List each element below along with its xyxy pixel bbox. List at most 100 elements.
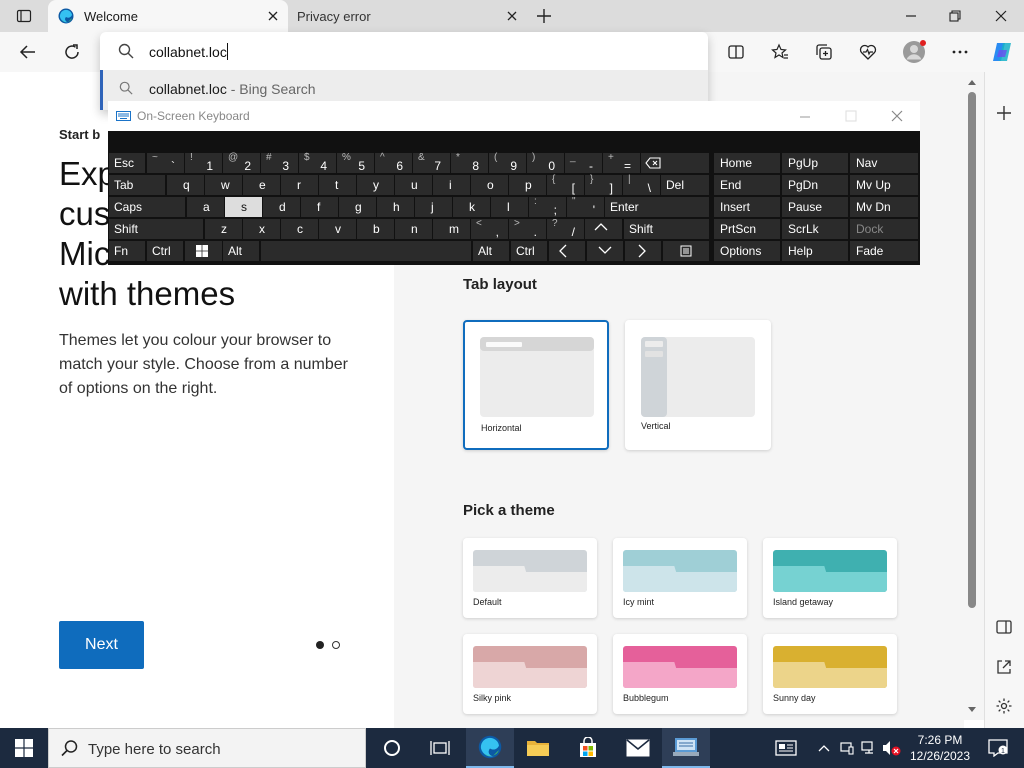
layout-option-vertical[interactable]: Vertical <box>625 320 771 450</box>
key-l[interactable]: l <box>491 197 528 217</box>
key-prtscn[interactable]: PrtScn <box>714 219 780 239</box>
settings-and-more-button[interactable] <box>944 36 976 68</box>
key-3[interactable]: #3 <box>261 152 298 173</box>
theme-card-bubblegum[interactable]: Bubblegum <box>613 634 747 714</box>
add-sidebar-app-icon[interactable] <box>995 104 1013 122</box>
key-m[interactable]: m <box>433 219 470 239</box>
close-window-button[interactable] <box>984 0 1018 32</box>
key-j[interactable]: j <box>415 197 452 217</box>
browser-essentials-button[interactable] <box>852 36 884 68</box>
key-o[interactable]: o <box>471 175 508 195</box>
key-right-alt[interactable]: Alt <box>473 241 509 261</box>
minimize-button[interactable] <box>894 0 928 32</box>
key-options[interactable]: Options <box>714 241 780 261</box>
key-esc[interactable]: Esc <box>109 153 145 173</box>
profile-button[interactable] <box>898 36 930 68</box>
taskbar-app-store[interactable] <box>564 728 612 768</box>
scroll-thumb[interactable] <box>968 92 976 608</box>
key-w[interactable]: w <box>205 175 242 195</box>
key-7[interactable]: & 7 <box>413 152 450 173</box>
split-screen-button[interactable] <box>720 36 752 68</box>
back-button[interactable] <box>12 36 44 68</box>
key-space[interactable] <box>261 241 471 261</box>
key-v[interactable]: v <box>319 219 356 239</box>
key-2[interactable]: @2 <box>223 152 260 173</box>
key-symbol[interactable]: + = <box>603 152 640 173</box>
key-u[interactable]: u <box>395 175 432 195</box>
system-tray-news[interactable] <box>764 728 808 768</box>
show-hidden-icons-button[interactable] <box>812 728 836 768</box>
key-arrow-right[interactable] <box>625 241 661 261</box>
key-arrow-down[interactable] <box>587 241 623 261</box>
key-i[interactable]: i <box>433 175 470 195</box>
key-h[interactable]: h <box>377 197 414 217</box>
task-view-button[interactable] <box>416 728 464 768</box>
new-tab-button[interactable] <box>528 0 560 32</box>
key-open-bracket[interactable]: {[ <box>547 174 584 195</box>
key-backspace[interactable] <box>641 153 709 173</box>
key-insert[interactable]: Insert <box>714 197 780 217</box>
cortana-button[interactable] <box>368 728 416 768</box>
notifications-button[interactable]: 1 <box>978 728 1018 768</box>
key-q[interactable]: q <box>167 175 204 195</box>
close-tab-icon[interactable] <box>266 9 280 23</box>
taskbar-search-box[interactable]: Type here to search <box>48 728 366 768</box>
theme-card-silky-pink[interactable]: Silky pink <box>463 634 597 714</box>
key-k[interactable]: k <box>453 197 490 217</box>
key-slash[interactable]: ? / <box>547 218 584 239</box>
key-f[interactable]: f <box>301 197 338 217</box>
key-end[interactable]: End <box>714 175 780 195</box>
copilot-button[interactable] <box>986 36 1018 68</box>
tray-device-button[interactable] <box>836 728 858 768</box>
key-y[interactable]: y <box>357 175 394 195</box>
key-pgdn[interactable]: PgDn <box>782 175 848 195</box>
key-n[interactable]: n <box>395 219 432 239</box>
key-dock[interactable]: Dock <box>850 219 918 239</box>
taskbar-app-on-screen-keyboard[interactable] <box>662 728 710 768</box>
collections-button[interactable] <box>808 36 840 68</box>
restore-button[interactable] <box>938 0 972 32</box>
key-left-shift[interactable]: Shift <box>109 219 203 239</box>
taskbar-app-edge[interactable] <box>466 728 514 768</box>
key-nav[interactable]: Nav <box>850 153 918 173</box>
key-semicolon[interactable]: :; <box>529 196 566 217</box>
favorites-button[interactable] <box>764 36 796 68</box>
key-period[interactable]: >. <box>509 218 546 239</box>
key-backslash[interactable]: | \ <box>623 174 660 195</box>
key-arrow-up[interactable] <box>585 219 622 239</box>
key-s[interactable]: s <box>225 197 262 217</box>
key-right-ctrl[interactable]: Ctrl <box>511 241 547 261</box>
tab-welcome[interactable]: Welcome <box>48 0 288 32</box>
taskbar-date[interactable]: 12/26/2023 <box>906 749 974 763</box>
tab-actions-button[interactable] <box>8 0 40 32</box>
key-c[interactable]: c <box>281 219 318 239</box>
key-fn[interactable]: Fn <box>109 241 145 261</box>
key-scrlk[interactable]: ScrLk <box>782 219 848 239</box>
key-5[interactable]: % 5 <box>337 152 374 173</box>
key-menu[interactable] <box>663 241 709 261</box>
taskbar-app-file-explorer[interactable] <box>514 728 562 768</box>
key-x[interactable]: x <box>243 219 280 239</box>
tray-volume-button[interactable] <box>880 728 904 768</box>
key-9[interactable]: (9 <box>489 152 526 173</box>
key-del[interactable]: Del <box>661 175 709 195</box>
key-enter[interactable]: Enter <box>605 197 709 217</box>
key-left-alt[interactable]: Alt <box>223 241 259 261</box>
close-tab-icon[interactable] <box>505 9 519 23</box>
key-left-ctrl[interactable]: Ctrl <box>147 241 183 261</box>
key-help[interactable]: Help <box>782 241 848 261</box>
tab-privacy-error[interactable]: Privacy error <box>289 0 527 32</box>
key-fade[interactable]: Fade <box>850 241 918 261</box>
key-t[interactable]: t <box>319 175 356 195</box>
key-pause[interactable]: Pause <box>782 197 848 217</box>
key-mv-dn[interactable]: Mv Dn <box>850 197 918 217</box>
key-mv-up[interactable]: Mv Up <box>850 175 918 195</box>
key-6[interactable]: ^ 6 <box>375 152 412 173</box>
key-symbol[interactable]: _ - <box>565 152 602 173</box>
key-pgup[interactable]: PgUp <box>782 153 848 173</box>
key-quote[interactable]: " ' <box>567 196 604 217</box>
address-input[interactable]: collabnet.loc <box>149 43 228 60</box>
key-a[interactable]: a <box>187 197 224 217</box>
key-1[interactable]: ! 1 <box>185 152 222 173</box>
theme-card-default[interactable]: Default <box>463 538 597 618</box>
